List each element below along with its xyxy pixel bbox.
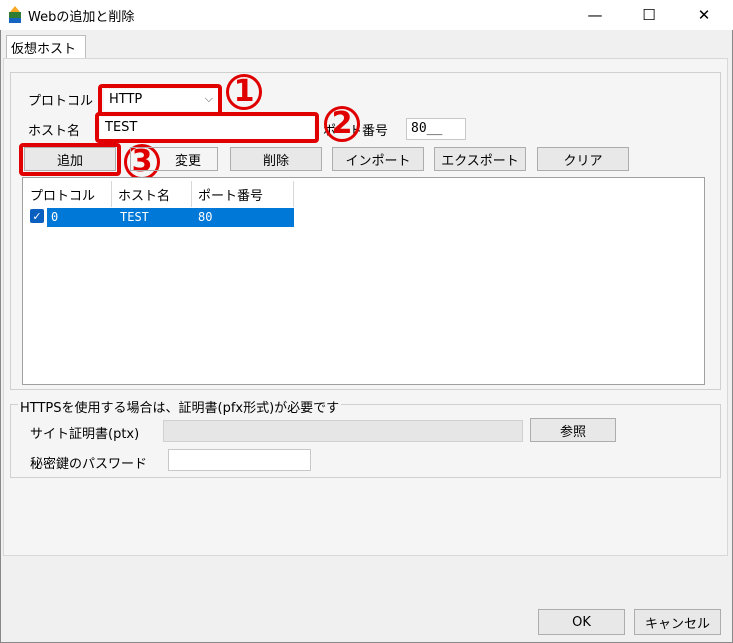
cancel-button[interactable]: キャンセル <box>634 609 721 635</box>
column-header-port[interactable]: ポート番号 <box>192 181 294 207</box>
app-icon <box>9 6 21 23</box>
maximize-button[interactable]: ☐ <box>626 0 672 30</box>
port-input[interactable]: 80__ <box>406 118 466 140</box>
highlight-add <box>19 143 121 176</box>
window-title: Webの追加と削除 <box>28 10 135 25</box>
highlight-host <box>95 112 319 143</box>
title-bar: Webの追加と削除 — ☐ ✕ <box>0 0 733 30</box>
cell-port: 80 <box>198 210 213 224</box>
host-label: ホスト名 <box>28 124 81 139</box>
cell-host: TEST <box>120 210 149 224</box>
clear-button[interactable]: クリア <box>537 147 629 171</box>
ok-button[interactable]: OK <box>538 609 625 635</box>
change-button[interactable]: 変更 <box>130 147 218 171</box>
cell-protocol: 0 <box>51 210 59 224</box>
annotation-1: 1 <box>226 74 262 110</box>
column-header-protocol[interactable]: プロトコル <box>24 181 112 207</box>
import-button[interactable]: インポート <box>332 147 424 171</box>
password-input[interactable] <box>168 449 311 471</box>
row-checkbox[interactable]: ✓ <box>30 209 44 223</box>
table-row[interactable]: 0 TEST 80 <box>47 208 294 227</box>
cert-path-field <box>163 420 523 442</box>
export-button[interactable]: エクスポート <box>434 147 526 171</box>
password-label: 秘密鍵のパスワード <box>30 457 148 472</box>
column-header-host[interactable]: ホスト名 <box>112 181 192 207</box>
close-button[interactable]: ✕ <box>681 0 727 30</box>
minimize-button[interactable]: — <box>572 0 618 30</box>
browse-button[interactable]: 参照 <box>530 418 616 442</box>
tab-virtual-host[interactable]: 仮想ホスト <box>6 35 86 59</box>
cert-label: サイト証明書(ptx) <box>30 427 140 442</box>
annotation-2: 2 <box>324 106 360 142</box>
protocol-label: プロトコル <box>28 94 94 109</box>
delete-button[interactable]: 削除 <box>230 147 322 171</box>
https-note: HTTPSを使用する場合は、証明書(pfx形式)が必要です <box>18 397 342 416</box>
